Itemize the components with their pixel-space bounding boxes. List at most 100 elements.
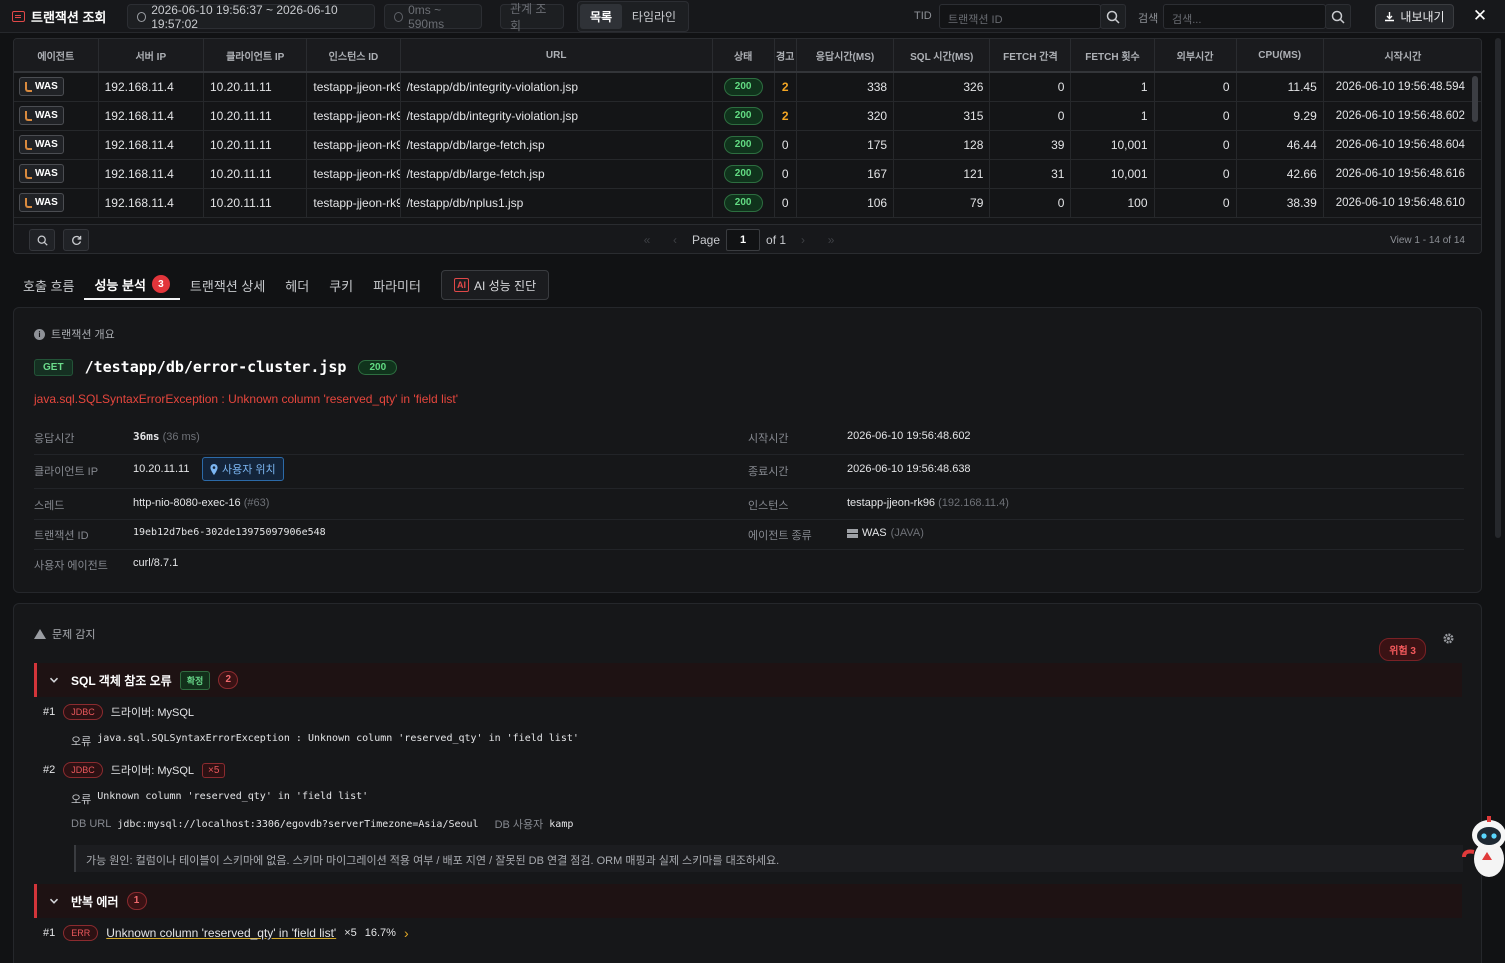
- cell-cpu: 38.39: [1236, 188, 1324, 218]
- status-badge: 200: [723, 77, 763, 96]
- cell-ext: 0: [1154, 130, 1237, 160]
- column-header[interactable]: SQL 시간(MS): [893, 39, 991, 73]
- view-info: View 1 - 14 of 14: [1390, 235, 1465, 246]
- cell-fetch-cnt: 1: [1070, 72, 1155, 102]
- agent-badge: WAS: [19, 164, 64, 183]
- prev-page-icon[interactable]: ‹: [664, 233, 686, 247]
- grid-search-button[interactable]: [29, 229, 55, 251]
- status-badge: 200: [358, 359, 398, 375]
- column-header[interactable]: FETCH 간격: [989, 39, 1072, 73]
- tab-transaction-detail[interactable]: 트랜잭션 상세: [180, 270, 275, 300]
- list-icon: [12, 10, 25, 22]
- cell-server-ip: 192.168.11.4: [98, 130, 205, 160]
- tab-performance[interactable]: 성능 분석 3: [84, 270, 180, 300]
- column-header[interactable]: 클라이언트 IP: [203, 39, 308, 73]
- column-header[interactable]: 경고: [774, 39, 797, 73]
- tab-parameters[interactable]: 파라미터: [363, 270, 431, 300]
- refresh-icon: [71, 235, 81, 245]
- tid-input[interactable]: 트랜잭션 ID: [939, 4, 1101, 29]
- cell-url: /testapp/db/large-fetch.jsp: [400, 130, 713, 160]
- cell-fetch-cnt: 10,001: [1070, 130, 1155, 160]
- next-page-icon[interactable]: ›: [792, 233, 814, 247]
- map-pin-icon: [210, 463, 218, 475]
- cell-fetch-cnt: 100: [1070, 188, 1155, 218]
- chevron-down-icon[interactable]: [49, 675, 59, 685]
- column-header[interactable]: 인스턴스 ID: [306, 39, 401, 73]
- java-icon: [25, 168, 32, 179]
- repeat-error-group[interactable]: 반복 에러 1: [34, 884, 1462, 918]
- cell-url: /testapp/db/integrity-violation.jsp: [400, 72, 713, 102]
- table-row[interactable]: WAS 192.168.11.4 10.20.11.11 testapp-jjeon-…: [14, 130, 1481, 160]
- divider: [34, 519, 1464, 520]
- resp-label: 응답시간: [34, 433, 75, 445]
- time-range-picker[interactable]: 2026-06-10 19:56:37 ~ 2026-06-10 19:57:0…: [127, 3, 375, 31]
- page-input[interactable]: 1: [726, 229, 761, 251]
- tab-headers[interactable]: 헤더: [275, 270, 319, 300]
- column-header[interactable]: 상태: [712, 39, 775, 73]
- search-input[interactable]: 검색...: [1163, 4, 1326, 29]
- page-total: of 1: [766, 233, 787, 247]
- gear-icon[interactable]: [1442, 632, 1455, 645]
- page-scrollbar[interactable]: [1495, 38, 1501, 538]
- table-row[interactable]: WAS 192.168.11.4 10.20.11.11 testapp-jjeon-…: [14, 159, 1481, 189]
- cell-server-ip: 192.168.11.4: [98, 159, 205, 189]
- client-ip-value: 10.20.11.11: [133, 463, 190, 475]
- cell-status: 200: [712, 159, 775, 189]
- tid-search-button[interactable]: [1100, 4, 1126, 29]
- tab-call-flow[interactable]: 호출 흐름: [13, 270, 84, 300]
- cell-agent: WAS: [14, 101, 99, 131]
- cell-ext: 0: [1154, 159, 1237, 189]
- cell-fetch-int: 0: [989, 72, 1072, 102]
- error-message: java.sql.SQLSyntaxErrorException : Unkno…: [34, 392, 459, 406]
- sql-error-group[interactable]: SQL 객체 참조 오류 확정 2: [34, 663, 1462, 697]
- table-row[interactable]: WAS 192.168.11.4 10.20.11.11 testapp-jjeon-…: [14, 188, 1481, 218]
- close-icon[interactable]: ✕: [1470, 5, 1490, 27]
- table-row[interactable]: WAS 192.168.11.4 10.20.11.11 testapp-jjeon-…: [14, 101, 1481, 131]
- chevron-right-icon[interactable]: ›: [404, 925, 409, 941]
- tab-cookies[interactable]: 쿠키: [319, 270, 363, 300]
- cell-fetch-int: 0: [989, 101, 1072, 131]
- search-button[interactable]: [1325, 4, 1351, 29]
- repeat-badge: ×5: [202, 762, 226, 778]
- assistant-robot-icon[interactable]: [1462, 812, 1505, 882]
- cell-ext: 0: [1154, 188, 1237, 218]
- view-timeline-button[interactable]: 타임라인: [624, 4, 684, 29]
- divider: [34, 454, 1464, 455]
- request-url: /testapp/db/error-cluster.jsp: [84, 358, 347, 376]
- related-query-button[interactable]: 관계 조회: [500, 2, 564, 33]
- chevron-down-icon[interactable]: [49, 896, 59, 906]
- last-page-icon[interactable]: »: [820, 233, 842, 247]
- method-badge: GET: [34, 358, 73, 376]
- user-location-button[interactable]: 사용자 위치: [202, 457, 284, 481]
- cell-client-ip: 10.20.11.11: [203, 159, 308, 189]
- response-range-filter[interactable]: 0ms ~ 590ms: [384, 3, 482, 31]
- status-badge: 200: [723, 106, 763, 125]
- column-header[interactable]: FETCH 횟수: [1070, 39, 1155, 73]
- cell-sql: 315: [893, 101, 991, 131]
- cell-agent: WAS: [14, 159, 99, 189]
- group-count-badge: 2: [218, 671, 239, 689]
- cell-server-ip: 192.168.11.4: [98, 72, 205, 102]
- column-header[interactable]: CPU(MS): [1236, 39, 1324, 73]
- cell-ext: 0: [1154, 72, 1237, 102]
- user-agent-value: curl/8.7.1: [133, 557, 179, 569]
- grid-refresh-button[interactable]: [63, 229, 89, 251]
- column-header[interactable]: 외부시간: [1154, 39, 1237, 73]
- column-header[interactable]: 서버 IP: [98, 39, 205, 73]
- column-header[interactable]: URL: [400, 39, 713, 73]
- err-tag: ERR: [63, 925, 99, 941]
- view-list-button[interactable]: 목록: [580, 4, 622, 29]
- column-header[interactable]: 시작시간: [1323, 39, 1481, 73]
- overview-header: i 트랜잭션 개요: [34, 326, 115, 342]
- first-page-icon[interactable]: «: [636, 233, 658, 247]
- cell-url: /testapp/db/large-fetch.jsp: [400, 159, 713, 189]
- table-row[interactable]: WAS 192.168.11.4 10.20.11.11 testapp-jjeon-…: [14, 72, 1481, 102]
- ai-diagnosis-button[interactable]: AI AI 성능 진단: [440, 270, 550, 300]
- error-link[interactable]: Unknown column 'reserved_qty' in 'field …: [106, 926, 336, 940]
- grid-scrollbar[interactable]: [1472, 76, 1478, 122]
- column-header[interactable]: 응답시간(MS): [796, 39, 895, 73]
- column-header[interactable]: 에이전트: [14, 39, 99, 73]
- cell-resp: 320: [796, 101, 895, 131]
- cell-sql: 128: [893, 130, 991, 160]
- export-button[interactable]: 내보내기: [1375, 4, 1454, 29]
